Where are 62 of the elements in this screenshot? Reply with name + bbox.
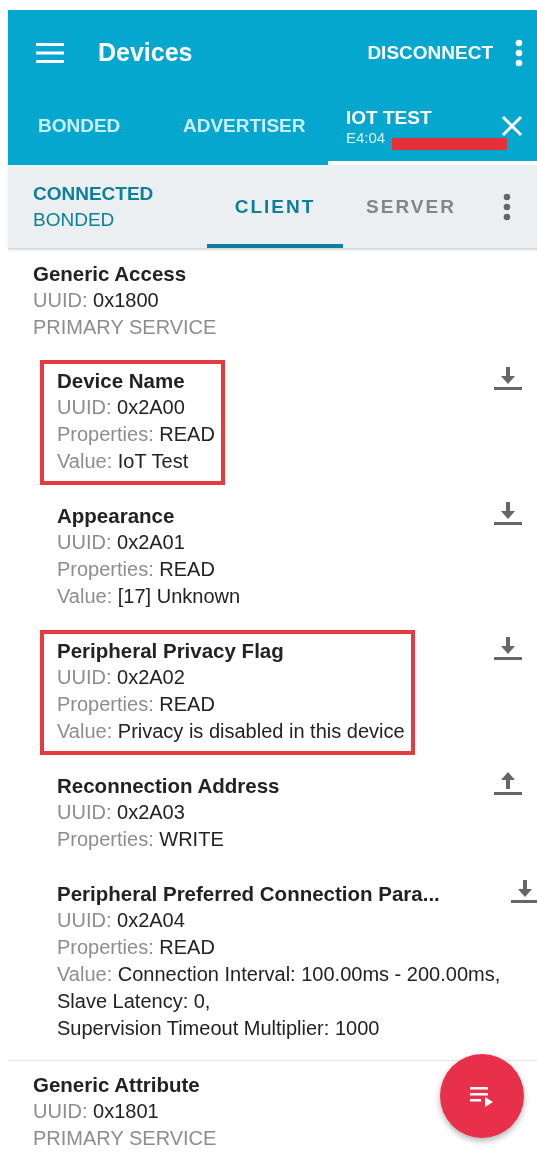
playlist-icon (469, 1085, 495, 1107)
field-value: IoT Test (117, 450, 189, 472)
field-value: 0x2A02 (117, 666, 185, 688)
field-value: 0x2A03 (117, 801, 185, 823)
connection-status: CONNECTED (33, 182, 155, 205)
field-value: [17] Unknown (117, 585, 241, 607)
upload-icon[interactable] (493, 771, 523, 795)
field-label: UUID: (33, 289, 88, 311)
field-label: UUID: (57, 801, 112, 823)
characteristic-name: Appearance (57, 503, 175, 529)
tab-label: IOT TEST (346, 106, 433, 129)
bond-status: BONDED (33, 208, 116, 231)
characteristic-name: Reconnection Address (57, 773, 280, 799)
menu-icon[interactable] (36, 42, 64, 63)
field-label: Value: (57, 585, 113, 607)
field-label: UUID: (33, 1100, 88, 1122)
field-label: UUID: (57, 666, 112, 688)
download-icon[interactable] (493, 366, 523, 390)
field-value: Connection Interval: 100.00ms - 200.00ms, (117, 963, 501, 985)
tab[interactable]: BONDED (8, 95, 153, 165)
field-label: Properties: (57, 693, 154, 715)
toolbar-title: Devices (98, 38, 194, 67)
characteristic-name: Peripheral Privacy Flag (57, 638, 284, 664)
field-value: Privacy is disabled in this device (117, 720, 405, 742)
download-icon[interactable] (510, 879, 537, 903)
download-icon[interactable] (493, 636, 523, 660)
field-value: 0x2A00 (117, 396, 185, 418)
field-label: Properties: (57, 558, 154, 580)
tab[interactable]: CLIENT (207, 165, 343, 248)
field-value: READ (159, 558, 215, 580)
field-label: Value: (57, 720, 113, 742)
log-button[interactable] (440, 1054, 524, 1138)
field-value: Supervision Timeout Multiplier: 1000 (57, 1016, 380, 1041)
characteristic-name: Device Name (57, 368, 185, 394)
field-value: 0x2A04 (117, 909, 185, 931)
device-address: E4:04 (346, 128, 496, 146)
field-label: UUID: (57, 909, 112, 931)
service-name: Generic Access (33, 261, 187, 287)
service-name: Generic Attribute (33, 1072, 200, 1098)
tab[interactable]: ADVERTISER (153, 95, 328, 165)
more-options-icon[interactable] (515, 38, 523, 67)
field-value: READ (159, 423, 215, 445)
field-label: Value: (57, 450, 113, 472)
service-type: PRIMARY SERVICE (33, 316, 217, 338)
download-icon[interactable] (493, 501, 523, 525)
field-label: Properties: (57, 423, 154, 445)
field-label: Properties: (57, 828, 154, 850)
field-value: 0x1800 (93, 289, 159, 311)
tab[interactable]: SERVER (343, 165, 479, 248)
field-value: 0x2A01 (117, 531, 185, 553)
field-value: 0x1801 (93, 1100, 159, 1122)
field-value: WRITE (159, 828, 224, 850)
field-label: UUID: (57, 531, 112, 553)
field-value: Slave Latency: 0, (57, 989, 211, 1014)
field-label: UUID: (57, 396, 112, 418)
disconnect-button[interactable]: DISCONNECT (363, 35, 497, 70)
field-label: Properties: (57, 936, 154, 958)
field-value: READ (159, 693, 215, 715)
field-value: READ (159, 936, 215, 958)
characteristic-name: Peripheral Preferred Connection Para... (57, 881, 440, 907)
service-type: PRIMARY SERVICE (33, 1127, 217, 1149)
field-label: Value: (57, 963, 113, 985)
